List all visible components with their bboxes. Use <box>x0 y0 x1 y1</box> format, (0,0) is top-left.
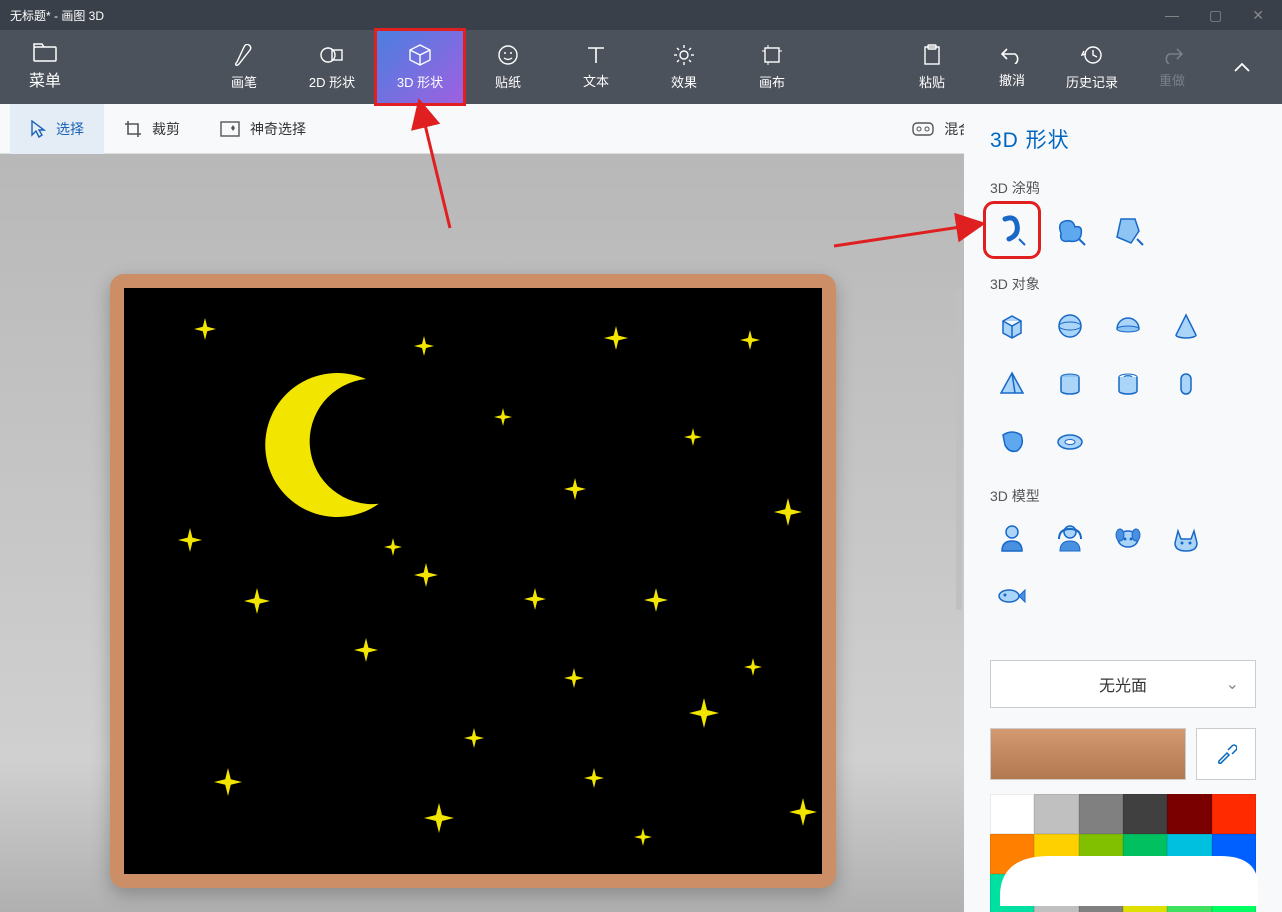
title-bar: 无标题* - 画图 3D — ▢ ✕ <box>0 0 1282 30</box>
color-swatch[interactable] <box>990 834 1034 874</box>
obj-cube[interactable] <box>990 304 1034 348</box>
menu-label: 菜单 <box>29 67 61 91</box>
model-fish[interactable] <box>990 574 1034 618</box>
tab-3d-shape[interactable]: 3D 形状 <box>376 30 464 104</box>
paste-icon <box>922 44 942 66</box>
color-swatch[interactable] <box>1079 874 1123 912</box>
shape2d-icon <box>320 44 344 66</box>
color-swatch[interactable] <box>1034 794 1078 834</box>
obj-curved[interactable] <box>990 420 1034 464</box>
main-tabs: 画笔 2D 形状 3D 形状 贴纸 文本 效果 画布 <box>200 30 816 104</box>
folder-icon <box>33 43 57 63</box>
obj-pyramid[interactable] <box>990 362 1034 406</box>
crop-icon <box>124 120 142 138</box>
close-button[interactable]: ✕ <box>1252 7 1264 24</box>
history-button[interactable]: 历史记录 <box>1052 30 1132 104</box>
obj-sphere[interactable] <box>1048 304 1092 348</box>
model-woman[interactable] <box>1048 516 1092 560</box>
obj-cylinder[interactable] <box>1048 362 1092 406</box>
model-cat[interactable] <box>1164 516 1208 560</box>
window-controls: — ▢ ✕ <box>1165 7 1272 24</box>
color-swatch[interactable] <box>1167 794 1211 834</box>
color-swatch[interactable] <box>1167 834 1211 874</box>
obj-capsule[interactable] <box>1164 362 1208 406</box>
model-shapes <box>990 516 1256 618</box>
panel-title: 3D 形状 <box>990 124 1256 154</box>
current-color[interactable] <box>990 728 1186 780</box>
redo-button[interactable]: 重做 <box>1132 30 1212 104</box>
scrollbar[interactable] <box>956 290 962 610</box>
top-toolbar: 菜单 画笔 2D 形状 3D 形状 贴纸 文本 效果 画布 <box>0 30 1282 104</box>
eyedropper-icon <box>1215 743 1237 765</box>
tab-brush[interactable]: 画笔 <box>200 30 288 104</box>
tab-sticker[interactable]: 贴纸 <box>464 30 552 104</box>
canvas-content[interactable] <box>124 288 822 874</box>
color-swatch[interactable] <box>1079 834 1123 874</box>
right-tools: 粘贴 撤消 历史记录 重做 <box>892 30 1282 104</box>
paste-button[interactable]: 粘贴 <box>892 30 972 104</box>
color-swatch[interactable] <box>1167 874 1211 912</box>
doodle-sharp[interactable] <box>1106 208 1150 252</box>
obj-torus[interactable] <box>1048 420 1092 464</box>
model-man[interactable] <box>990 516 1034 560</box>
canvas-frame <box>110 274 836 888</box>
obj-tube[interactable] <box>1106 362 1150 406</box>
section-doodle-label: 3D 涂鸦 <box>990 178 1256 198</box>
redo-icon <box>1161 46 1183 64</box>
model-dog[interactable] <box>1106 516 1150 560</box>
doodle-tube[interactable] <box>990 208 1034 252</box>
chevron-down-icon: ⌄ <box>1226 674 1239 694</box>
tool-select[interactable]: 选择 <box>10 104 104 154</box>
maximize-button[interactable]: ▢ <box>1209 7 1222 24</box>
annotation-highlight <box>374 28 466 106</box>
eyedropper-button[interactable] <box>1196 728 1256 780</box>
obj-cone[interactable] <box>1164 304 1208 348</box>
color-swatch[interactable] <box>1123 794 1167 834</box>
tab-text[interactable]: 文本 <box>552 30 640 104</box>
color-swatch[interactable] <box>1034 834 1078 874</box>
color-swatch[interactable] <box>1123 834 1167 874</box>
color-swatch[interactable] <box>990 874 1034 912</box>
undo-button[interactable]: 撤消 <box>972 30 1052 104</box>
tool-crop[interactable]: 裁剪 <box>104 104 200 154</box>
canvas-icon <box>761 44 783 66</box>
color-swatch[interactable] <box>990 794 1034 834</box>
window-title: 无标题* - 画图 3D <box>10 7 104 24</box>
sticker-icon <box>497 44 519 66</box>
effect-icon <box>673 44 695 66</box>
minimize-button[interactable]: — <box>1165 7 1179 24</box>
surface-select[interactable]: 无光面 ⌄ <box>990 660 1256 708</box>
color-swatch[interactable] <box>1212 794 1256 834</box>
magic-icon <box>220 121 240 137</box>
color-swatch[interactable] <box>1212 874 1256 912</box>
menu-button[interactable]: 菜单 <box>0 30 90 104</box>
object-shapes <box>990 304 1256 464</box>
tab-2d-shape[interactable]: 2D 形状 <box>288 30 376 104</box>
color-palette <box>990 794 1256 912</box>
text-icon <box>586 45 606 65</box>
cube-icon <box>409 44 431 66</box>
tool-magic-select[interactable]: 神奇选择 <box>200 104 326 154</box>
moon-shape <box>254 363 414 523</box>
chevron-up-icon <box>1233 61 1251 73</box>
cursor-icon <box>30 120 46 138</box>
canvas-viewport[interactable] <box>0 154 964 912</box>
section-models-label: 3D 模型 <box>990 486 1256 506</box>
color-swatch[interactable] <box>1123 874 1167 912</box>
tab-effect[interactable]: 效果 <box>640 30 728 104</box>
expand-toggle[interactable] <box>1212 30 1272 104</box>
mixed-reality-icon <box>912 122 934 136</box>
doodle-shapes <box>990 208 1256 252</box>
color-swatch[interactable] <box>1212 834 1256 874</box>
obj-hemisphere[interactable] <box>1106 304 1150 348</box>
color-swatch[interactable] <box>1079 794 1123 834</box>
tab-canvas[interactable]: 画布 <box>728 30 816 104</box>
color-swatch[interactable] <box>1034 874 1078 912</box>
section-objects-label: 3D 对象 <box>990 274 1256 294</box>
history-icon <box>1081 44 1103 66</box>
doodle-soft[interactable] <box>1048 208 1092 252</box>
properties-panel: 3D 形状 3D 涂鸦 3D 对象 3D 模型 无光面 ⌄ <box>964 104 1282 912</box>
undo-icon <box>1001 46 1023 64</box>
brush-icon <box>233 44 255 66</box>
